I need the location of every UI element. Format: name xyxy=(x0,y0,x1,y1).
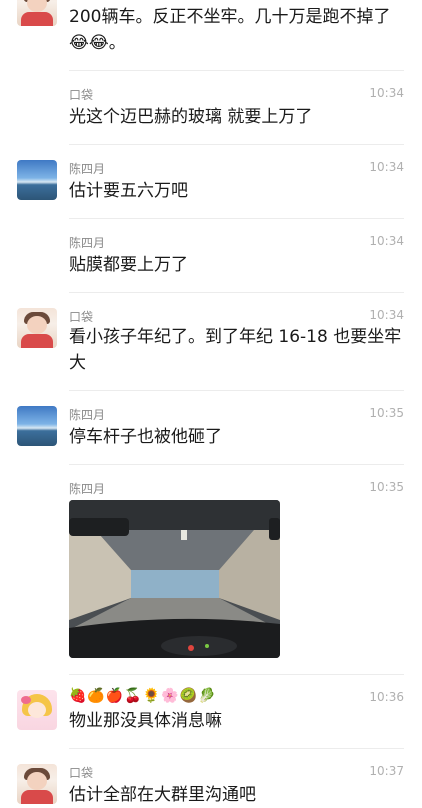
message-text: 贴膜都要上万了 xyxy=(69,255,188,275)
avatar[interactable] xyxy=(17,308,57,348)
laughing-emoji-icon: 😂😂。 xyxy=(69,33,126,53)
timestamp: 10:34 xyxy=(369,234,404,248)
sender-name: 陈四月 xyxy=(69,162,106,176)
message-text: 估计要五六万吧 xyxy=(69,181,188,201)
sender-name: 陈四月 xyxy=(69,482,106,496)
timestamp: 10:36 xyxy=(369,690,404,704)
sender-name: 陈四月 xyxy=(69,236,106,250)
sender-name: 口袋 xyxy=(69,766,94,780)
divider xyxy=(69,70,404,71)
avatar[interactable] xyxy=(17,690,57,730)
avatar[interactable] xyxy=(17,0,57,26)
sender-name: 口袋 xyxy=(69,310,94,324)
avatar[interactable] xyxy=(17,406,57,446)
sender-name: 口袋 xyxy=(69,88,94,102)
divider xyxy=(69,464,404,465)
timestamp: 10:35 xyxy=(369,480,404,494)
message-text: 光这个迈巴赫的玻璃 就要上万了 xyxy=(69,107,313,127)
tunnel-drive-photo[interactable] xyxy=(69,500,280,658)
divider xyxy=(69,218,404,219)
timestamp: 10:35 xyxy=(369,406,404,420)
message-text: 物业那没具体消息嘛 xyxy=(69,711,222,731)
timestamp: 10:34 xyxy=(369,160,404,174)
divider xyxy=(69,674,404,675)
timestamp: 10:34 xyxy=(369,308,404,322)
divider xyxy=(69,390,404,391)
avatar[interactable] xyxy=(17,160,57,200)
message-text: 看小孩子年纪了。到了年纪 16-18 也要坐牢大 xyxy=(69,327,402,373)
avatar[interactable] xyxy=(17,764,57,804)
timestamp: 10:37 xyxy=(369,764,404,778)
divider xyxy=(69,292,404,293)
divider xyxy=(69,748,404,749)
sender-name-emoji: 🍓🍊🍎🍒🌻🌸🥝🥬 xyxy=(69,688,217,704)
divider xyxy=(69,144,404,145)
sender-name: 陈四月 xyxy=(69,408,106,422)
message-text: 估计全部在大群里沟通吧 xyxy=(69,785,256,805)
photo-image xyxy=(69,500,280,658)
message-text: 停车杆子也被他砸了 xyxy=(69,427,222,447)
message-text: 200辆车。反正不坐牢。几十万是跑不掉了 😂😂。 xyxy=(69,7,391,53)
timestamp: 10:34 xyxy=(369,86,404,100)
